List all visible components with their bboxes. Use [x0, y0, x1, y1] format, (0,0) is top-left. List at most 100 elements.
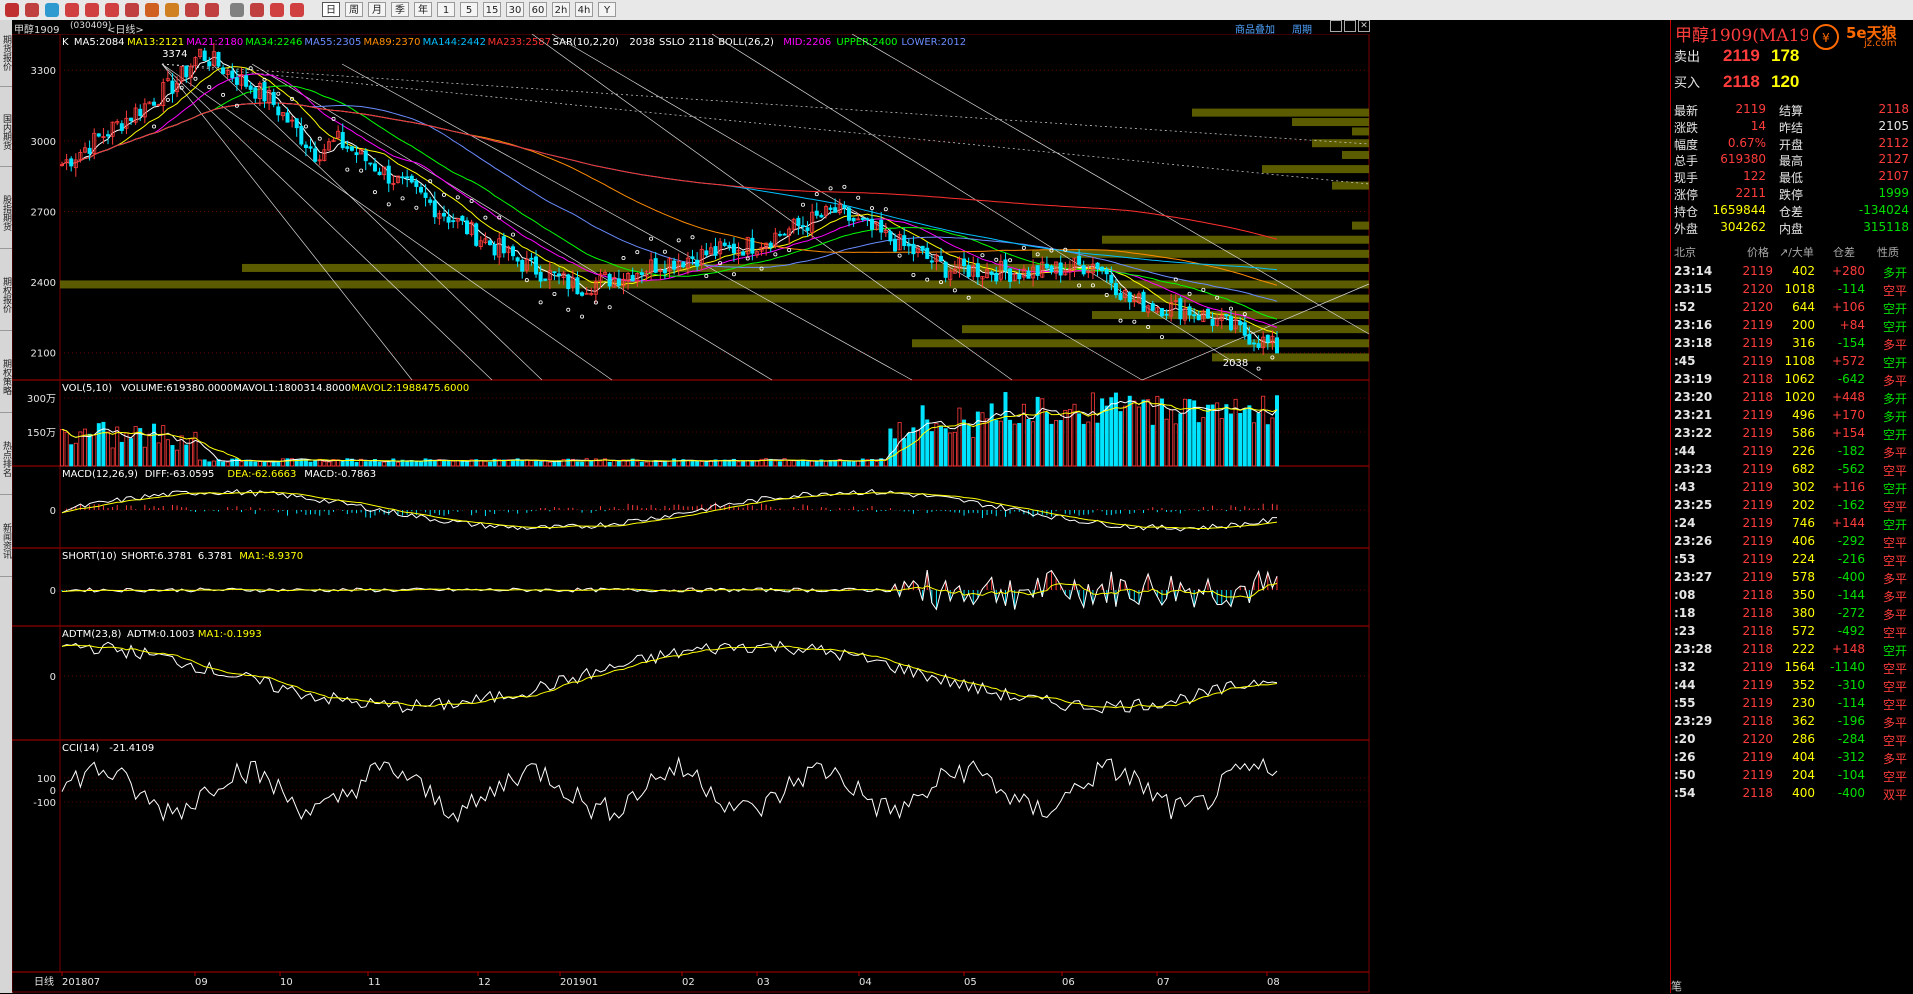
list-icon[interactable] [230, 3, 244, 17]
tick-cell-0: 23:18 [1674, 336, 1713, 350]
period-button-9[interactable]: 60 [529, 2, 547, 17]
left-tab-6[interactable]: 新闻资讯 [0, 506, 12, 577]
volume-bar [520, 460, 525, 467]
tick-cell-4: 空平 [1883, 536, 1908, 550]
flash-icon[interactable] [290, 3, 304, 17]
stat-label: 涨停 [1674, 188, 1699, 202]
stat-label: 最低 [1779, 171, 1804, 186]
period-button-5[interactable]: 1 [437, 2, 455, 17]
tick-cell-3: -400 [1837, 570, 1865, 584]
left-tab-0[interactable]: 期货报价 [0, 20, 12, 87]
search-icon[interactable] [65, 3, 79, 17]
candle-body [534, 256, 539, 275]
candle-body [975, 263, 980, 278]
logo-icon[interactable] [5, 3, 19, 17]
candle-body [230, 70, 235, 79]
x-tick: 201807 [62, 977, 100, 988]
period-button-6[interactable]: 5 [460, 2, 478, 17]
period-button-8[interactable]: 30 [506, 2, 524, 17]
trend-icon[interactable] [250, 3, 264, 17]
tick-cell-4: 空平 [1883, 464, 1908, 478]
left-tab-2[interactable]: 股指期货 [0, 178, 12, 249]
tick-cell-4: 空开 [1883, 302, 1908, 316]
tick-cell-0: 23:28 [1674, 642, 1713, 656]
zoom-reset-icon[interactable] [125, 3, 139, 17]
period-button-4[interactable]: 年 [414, 2, 432, 17]
candle-body [106, 134, 111, 137]
candle-body [354, 152, 359, 156]
period-button-10[interactable]: 2h [552, 2, 570, 17]
candle-body [441, 212, 446, 217]
tick-cell-2: 406 [1792, 534, 1815, 548]
zoom-out-icon[interactable] [105, 3, 119, 17]
tick-icon[interactable] [270, 3, 284, 17]
x-tick: 03 [757, 977, 770, 988]
tick-row: 23:19 2118 1062 -642 多平 [1671, 372, 1913, 392]
period-button-2[interactable]: 月 [368, 2, 386, 17]
tick-cell-4: 多开 [1883, 392, 1908, 406]
tick-cell-2: 578 [1792, 570, 1815, 584]
stat-value: 619380 [1720, 152, 1766, 167]
tick-cell-2: 352 [1792, 678, 1815, 692]
period-button-3[interactable]: 季 [391, 2, 409, 17]
period-button-1[interactable]: 周 [345, 2, 363, 17]
volume-bar [846, 461, 851, 467]
candle-body [202, 50, 207, 61]
candle-body [566, 274, 571, 289]
tick-cell-1: 2119 [1742, 318, 1773, 332]
tick-cell-1: 2119 [1742, 264, 1773, 278]
tick-cell-0: :43 [1674, 480, 1696, 494]
candle-body [966, 265, 971, 277]
candle-body [1109, 274, 1114, 284]
x-tick: 07 [1157, 977, 1170, 988]
alarm-icon[interactable] [205, 3, 219, 17]
tick-cell-0: 23:15 [1674, 282, 1713, 296]
y-tick: 2400 [31, 278, 56, 289]
tick-cell-1: 2118 [1742, 372, 1773, 386]
left-tab-5[interactable]: 热点排名 [0, 424, 12, 495]
period-button-12[interactable]: Y [598, 2, 616, 17]
left-tab-4[interactable]: 期权策略 [0, 342, 12, 413]
legend-item: LOWER:2012 [901, 37, 966, 48]
volume-bar [575, 461, 580, 467]
tool-icon[interactable] [165, 3, 179, 17]
chart-area[interactable]: K MA5:2084 MA13:2121 MA21:2180 MA34:2246 MA55… [12, 34, 1370, 993]
period-button-0[interactable]: 日 [322, 2, 340, 17]
tick-cell-1: 2118 [1742, 642, 1773, 656]
stat-row: 外盘 304262 内盘 315118 [1671, 220, 1913, 240]
candle-body [865, 218, 870, 221]
left-tab-1[interactable]: 国内期货 [0, 98, 12, 167]
left-tab-3[interactable]: 期权报价 [0, 260, 12, 331]
tick-cell-3: +448 [1832, 390, 1865, 404]
tick-cell-4: 空平 [1883, 626, 1908, 640]
window-max-icon[interactable] [1344, 20, 1356, 32]
indicator-icon[interactable] [185, 3, 199, 17]
candle-body [515, 257, 520, 262]
tick-cell-0: :44 [1674, 444, 1696, 458]
refresh-icon[interactable] [45, 3, 59, 17]
candle-body [400, 176, 405, 179]
home-icon[interactable] [25, 3, 39, 17]
tick-cell-1: 2119 [1742, 498, 1773, 512]
tick-cell-1: 2118 [1742, 714, 1773, 728]
candle-body [1251, 342, 1256, 345]
tick-cell-2: 496 [1792, 408, 1815, 422]
tick-row: :44 2119 352 -310 空平 [1671, 678, 1913, 698]
window-restore-icon[interactable] [1330, 20, 1342, 32]
tick-cell-2: 1062 [1784, 372, 1815, 386]
tick-row: 23:26 2119 406 -292 空平 [1671, 534, 1913, 554]
pen-icon[interactable] [145, 3, 159, 17]
period-button-11[interactable]: 4h [575, 2, 593, 17]
period-button-7[interactable]: 15 [483, 2, 501, 17]
volume-bar [814, 461, 819, 467]
candle-body [929, 260, 934, 263]
volume-bar [1035, 396, 1040, 467]
stat-label: 开盘 [1779, 137, 1804, 152]
zoom-in-icon[interactable] [85, 3, 99, 17]
close-icon[interactable]: ✕ [1358, 20, 1370, 32]
tick-header-4: 性质 [1877, 246, 1899, 259]
tick-cell-3: -114 [1837, 282, 1865, 296]
volume-bar [1228, 413, 1233, 467]
candle-body [989, 271, 994, 275]
volume-bar [488, 461, 493, 467]
